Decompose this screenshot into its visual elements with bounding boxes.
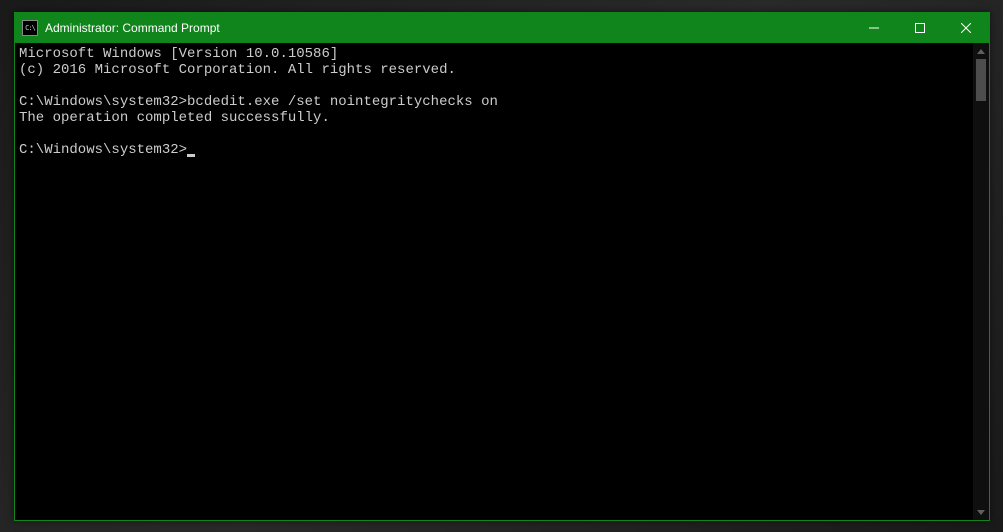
close-button[interactable] <box>943 13 989 43</box>
terminal-area: Microsoft Windows [Version 10.0.10586] (… <box>15 43 989 520</box>
scroll-down-arrow-icon[interactable] <box>973 504 989 520</box>
terminal-prompt: C:\Windows\system32> <box>19 142 187 158</box>
window-title: Administrator: Command Prompt <box>45 13 851 43</box>
cursor <box>187 154 195 157</box>
titlebar[interactable]: C:\ Administrator: Command Prompt <box>15 13 989 43</box>
close-icon <box>961 23 971 33</box>
terminal-output[interactable]: Microsoft Windows [Version 10.0.10586] (… <box>15 43 973 520</box>
terminal-line: The operation completed successfully. <box>19 110 330 126</box>
scroll-up-arrow-icon[interactable] <box>973 43 989 59</box>
terminal-line: C:\Windows\system32>bcdedit.exe /set noi… <box>19 94 498 110</box>
terminal-line: Microsoft Windows [Version 10.0.10586] <box>19 46 338 62</box>
maximize-button[interactable] <box>897 13 943 43</box>
minimize-button[interactable] <box>851 13 897 43</box>
scroll-track[interactable] <box>973 59 989 504</box>
scroll-thumb[interactable] <box>976 59 986 101</box>
minimize-icon <box>869 23 879 33</box>
command-prompt-window: C:\ Administrator: Command Prompt Micros… <box>14 12 990 521</box>
maximize-icon <box>915 23 925 33</box>
vertical-scrollbar[interactable] <box>973 43 989 520</box>
cmd-icon: C:\ <box>22 20 38 36</box>
terminal-line: (c) 2016 Microsoft Corporation. All righ… <box>19 62 456 78</box>
window-controls <box>851 13 989 43</box>
